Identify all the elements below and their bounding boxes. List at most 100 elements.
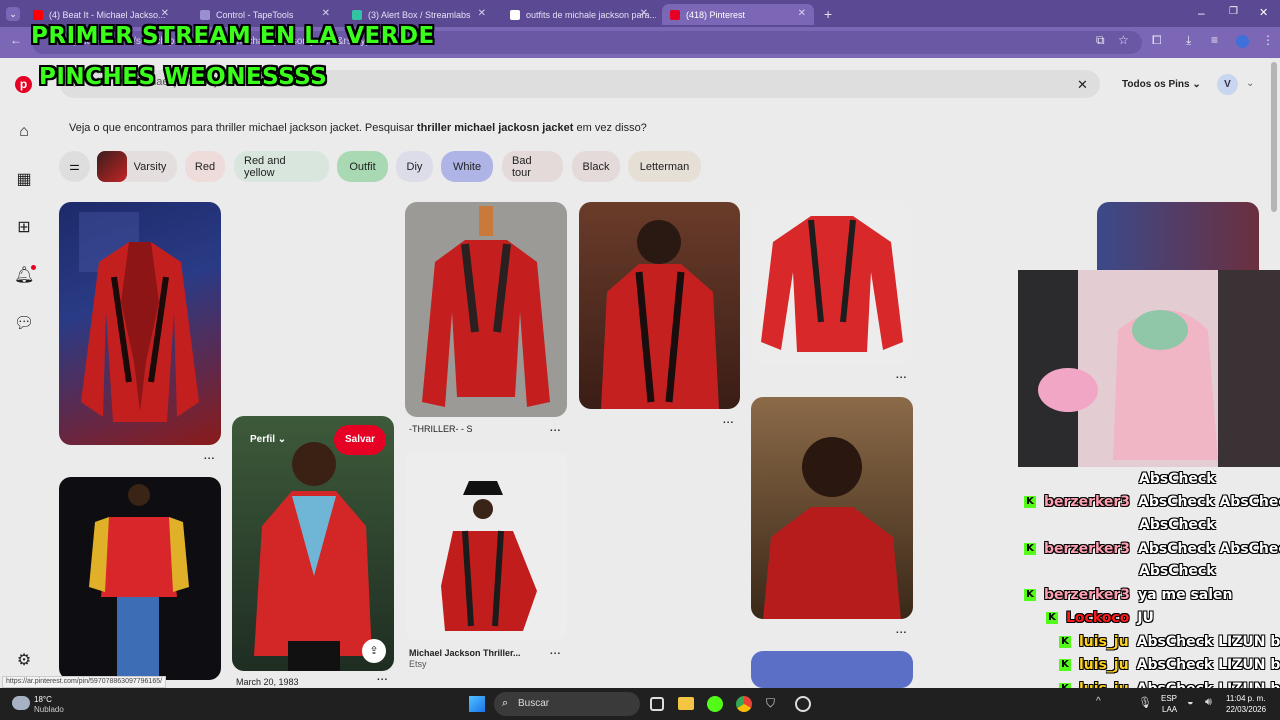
minimize-icon[interactable]: – bbox=[1198, 6, 1205, 20]
clock-time[interactable]: 11:04 p. m. bbox=[1226, 694, 1265, 703]
tab-pinterest[interactable]: (418) Pinterest ✕ bbox=[662, 4, 814, 25]
pin-more-options[interactable]: ... bbox=[896, 625, 907, 636]
tab-close-icon[interactable]: ✕ bbox=[322, 8, 330, 19]
chrome-icon[interactable] bbox=[736, 696, 752, 712]
notification-dot bbox=[31, 265, 36, 270]
pin-more-options[interactable]: ... bbox=[377, 672, 388, 683]
bookmark-star-icon[interactable]: ☆ bbox=[1118, 34, 1129, 46]
pin-more-options[interactable]: ... bbox=[896, 370, 907, 381]
chat-text: AbsCheck bbox=[1139, 517, 1216, 533]
tab-outfits-michael-jackson[interactable]: outfits de michale jackson para... ✕ bbox=[502, 4, 656, 25]
pin-red-jacket-display[interactable] bbox=[59, 202, 221, 445]
tab-close-icon[interactable]: ✕ bbox=[478, 8, 486, 19]
tab-close-icon[interactable]: ✕ bbox=[640, 8, 648, 19]
taskbar-search[interactable]: ⌕ Buscar bbox=[494, 692, 640, 716]
profile-icon[interactable] bbox=[1236, 35, 1249, 48]
tab-beat-it[interactable]: (4) Beat It - Michael Jackso... ✕ bbox=[25, 4, 177, 25]
chip-label: Varsity bbox=[133, 160, 167, 173]
tray-app-icon[interactable]: ⛉ bbox=[766, 696, 775, 711]
chat-text: JU bbox=[1137, 610, 1154, 626]
messages-icon[interactable]: 💬︎ bbox=[14, 314, 34, 334]
account-chevron-icon[interactable]: ⌄ bbox=[1246, 78, 1254, 89]
tab-close-icon[interactable]: ✕ bbox=[161, 8, 169, 19]
chat-username[interactable]: luis_ju bbox=[1079, 634, 1129, 650]
start-button[interactable] bbox=[469, 696, 485, 712]
suggestion-link[interactable]: thriller michael jackosn jacket bbox=[417, 122, 574, 134]
file-explorer-icon[interactable] bbox=[678, 697, 694, 710]
chip-outfit[interactable]: Outfit bbox=[337, 151, 388, 182]
pin-more-options[interactable]: ... bbox=[550, 423, 561, 434]
new-tab-button[interactable]: + bbox=[824, 6, 832, 22]
chip-black[interactable]: Black bbox=[572, 151, 620, 182]
chip-bad-tour[interactable]: Bad tour bbox=[502, 151, 563, 182]
share-icon[interactable]: ⇪ bbox=[362, 639, 386, 663]
chat-username[interactable]: berzerker3 bbox=[1044, 494, 1130, 510]
chat-message: Kberzerker3 ya me salen bbox=[1024, 587, 1233, 603]
pin-partial-bottom[interactable] bbox=[751, 651, 913, 688]
obs-icon[interactable] bbox=[795, 696, 811, 712]
scope-dropdown[interactable]: Todos os Pins ⌄ bbox=[1122, 79, 1201, 90]
chip-red[interactable]: Red bbox=[185, 151, 225, 182]
microphone-icon[interactable]: 🎙︎ bbox=[1138, 696, 1152, 709]
extensions-icon[interactable]: ⧠ bbox=[1152, 34, 1162, 46]
scope-label: Todos os Pins bbox=[1122, 79, 1190, 90]
install-app-icon[interactable]: ⧉ bbox=[1096, 34, 1105, 46]
pin-more-options[interactable]: ... bbox=[550, 646, 561, 657]
pinterest-logo-icon[interactable]: p bbox=[15, 76, 32, 93]
chat-username[interactable]: Lockoco bbox=[1066, 610, 1129, 626]
pin-red-jacket-product[interactable] bbox=[751, 202, 913, 364]
pin-more-options[interactable]: ... bbox=[723, 415, 734, 426]
chat-badge-icon: K bbox=[1024, 496, 1036, 508]
chat-username[interactable]: berzerker3 bbox=[1044, 541, 1130, 557]
pin-source: Etsy bbox=[409, 659, 427, 669]
chat-text: AbsCheck AbsCheck bbox=[1138, 541, 1280, 557]
chat-badge-icon: K bbox=[1046, 612, 1058, 624]
tab-alert-box-streamlabs[interactable]: (3) Alert Box / Streamlabs ✕ bbox=[344, 4, 494, 25]
user-avatar[interactable]: V bbox=[1217, 74, 1238, 95]
left-navigation-rail: p ⌂ ▦ ⊞ 🔔︎ 💬︎ ⚙ bbox=[0, 58, 48, 688]
weather-icon[interactable] bbox=[12, 696, 30, 710]
filter-options-button[interactable]: ⚌ bbox=[59, 151, 90, 182]
chat-username[interactable]: berzerker3 bbox=[1044, 587, 1130, 603]
page-scrollbar[interactable] bbox=[1271, 62, 1277, 212]
chip-white[interactable]: White bbox=[441, 151, 493, 182]
profile-selector[interactable]: Perfil ⌄ bbox=[250, 434, 286, 445]
chip-red-and-yellow[interactable]: Red and yellow bbox=[234, 151, 329, 182]
lang-bottom: LAA bbox=[1162, 705, 1178, 714]
pin-more-options[interactable]: ... bbox=[204, 451, 215, 462]
chip-diy[interactable]: Diy bbox=[396, 151, 433, 182]
explore-icon[interactable]: ▦ bbox=[14, 170, 34, 190]
windows-taskbar: 18°C Nublado ⌕ Buscar ⛉ ^ 🎙︎ ESP LAA ◒ 🔊… bbox=[0, 688, 1280, 720]
network-icon[interactable]: ◒ bbox=[1187, 696, 1194, 708]
pin-caption: March 20, 1983 bbox=[236, 677, 299, 687]
save-pin-button[interactable]: Salvar bbox=[334, 425, 386, 455]
chip-varsity[interactable]: Varsity bbox=[97, 151, 177, 182]
pin-thriller-mannequin[interactable] bbox=[405, 202, 567, 417]
chat-username[interactable]: luis_ju bbox=[1079, 657, 1129, 673]
chat-badge-icon: K bbox=[1059, 659, 1071, 671]
clear-search-icon[interactable]: ✕ bbox=[1077, 77, 1088, 93]
tab-search-icon[interactable]: ⌄ bbox=[6, 7, 20, 21]
chip-letterman[interactable]: Letterman bbox=[628, 151, 701, 182]
tray-chevron-icon[interactable]: ^ bbox=[1096, 696, 1101, 707]
pin-michael-jackson-thriller-etsy[interactable] bbox=[405, 451, 567, 641]
lang-top[interactable]: ESP bbox=[1161, 694, 1177, 703]
volume-icon[interactable]: 🔊︎ bbox=[1205, 696, 1212, 709]
kick-app-icon[interactable] bbox=[707, 696, 723, 712]
media-control-icon[interactable]: ≡ bbox=[1211, 34, 1218, 46]
back-icon[interactable]: ← bbox=[10, 34, 22, 46]
download-icon[interactable]: ⤓ bbox=[1186, 34, 1191, 46]
home-icon[interactable]: ⌂ bbox=[14, 122, 34, 142]
close-window-icon[interactable]: ✕ bbox=[1259, 6, 1268, 19]
tab-control-tapetools[interactable]: Control - TapeTools ✕ bbox=[192, 4, 338, 25]
tab-close-icon[interactable]: ✕ bbox=[798, 8, 806, 19]
pin-michael-smile[interactable] bbox=[579, 202, 740, 409]
settings-icon[interactable]: ⚙ bbox=[14, 651, 34, 671]
task-view-icon[interactable] bbox=[650, 697, 664, 711]
maximize-icon[interactable]: ❐ bbox=[1229, 6, 1238, 17]
chat-text: ya me salen bbox=[1138, 587, 1233, 603]
create-icon[interactable]: ⊞ bbox=[14, 218, 34, 238]
browser-menu-icon[interactable]: ⋮ bbox=[1262, 34, 1274, 46]
pin-michael-portrait[interactable] bbox=[751, 397, 913, 619]
pin-varsity-jacket[interactable] bbox=[59, 477, 221, 680]
